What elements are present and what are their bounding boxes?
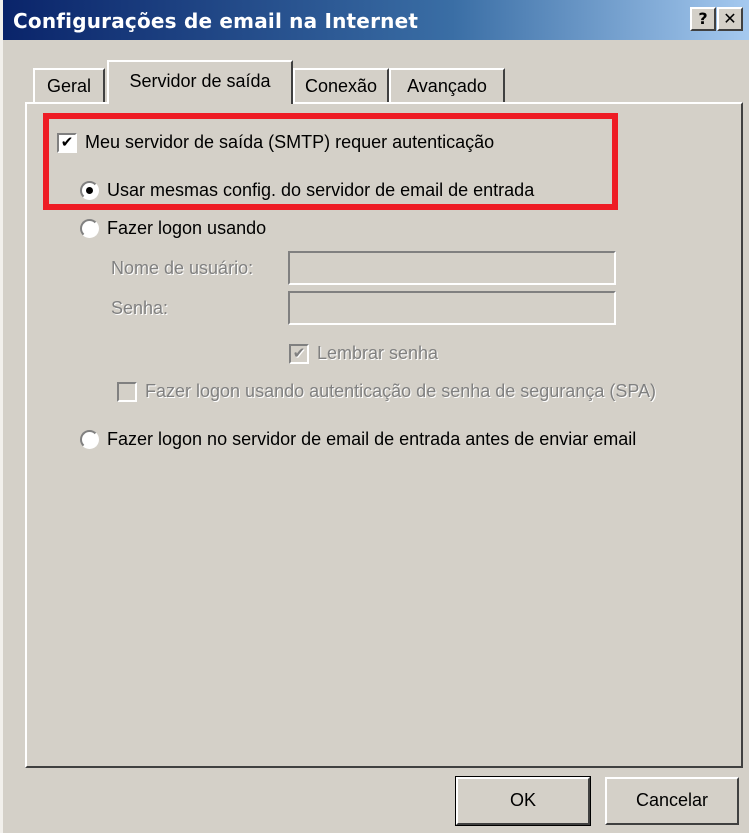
spa-label: Fazer logon usando autenticação de senha… xyxy=(145,381,657,401)
cancel-button[interactable]: Cancelar xyxy=(605,777,739,825)
tab-avancado[interactable]: Avançado xyxy=(389,68,505,102)
password-field[interactable] xyxy=(288,291,616,325)
logon-using-label: Fazer logon usando xyxy=(107,218,267,238)
password-label-text: Senha: xyxy=(111,298,169,318)
remember-password-checkbox[interactable]: ✔ xyxy=(289,343,309,364)
ok-button[interactable]: OK xyxy=(455,776,591,826)
window-title: Configurações de email na Internet xyxy=(13,9,419,33)
smtp-auth-checkbox[interactable]: ✔ xyxy=(57,132,77,153)
tab-geral[interactable]: Geral xyxy=(33,68,105,102)
password-label: Senha: xyxy=(111,298,168,319)
remember-password-option[interactable]: ✔ Lembrar senha xyxy=(289,343,438,364)
remember-password-label: Lembrar senha xyxy=(317,343,439,363)
same-config-label: Usar mesmas config. do servidor de email… xyxy=(107,180,535,200)
tab-conexao[interactable]: Conexão xyxy=(293,68,389,102)
username-field[interactable] xyxy=(288,251,616,285)
same-config-radio[interactable] xyxy=(80,181,99,200)
title-bar[interactable]: Configurações de email na Internet ? ✕ xyxy=(3,0,749,40)
pop-before-smtp-label: Fazer logon no servidor de email de entr… xyxy=(107,429,637,449)
spa-checkbox[interactable] xyxy=(117,381,137,402)
tab-servidor-de-saida[interactable]: Servidor de saída xyxy=(107,60,293,104)
radio-selected-dot-icon xyxy=(86,187,93,194)
smtp-auth-label: Meu servidor de saída (SMTP) requer aute… xyxy=(85,132,495,152)
email-settings-dialog: Configurações de email na Internet ? ✕ G… xyxy=(0,0,749,833)
close-button[interactable]: ✕ xyxy=(717,7,743,31)
pop-before-smtp-option[interactable]: Fazer logon no servidor de email de entr… xyxy=(80,429,636,450)
same-config-option[interactable]: Usar mesmas config. do servidor de email… xyxy=(80,180,534,201)
logon-using-option[interactable]: Fazer logon usando xyxy=(80,218,266,239)
help-button[interactable]: ? xyxy=(690,7,716,31)
logon-using-radio[interactable] xyxy=(80,219,99,238)
smtp-auth-option[interactable]: ✔ Meu servidor de saída (SMTP) requer au… xyxy=(57,132,494,153)
pop-before-smtp-radio[interactable] xyxy=(80,430,99,449)
username-label-text: Nome de usuário: xyxy=(111,258,254,278)
username-label: Nome de usuário: xyxy=(111,258,253,279)
spa-option[interactable]: Fazer logon usando autenticação de senha… xyxy=(117,381,656,402)
